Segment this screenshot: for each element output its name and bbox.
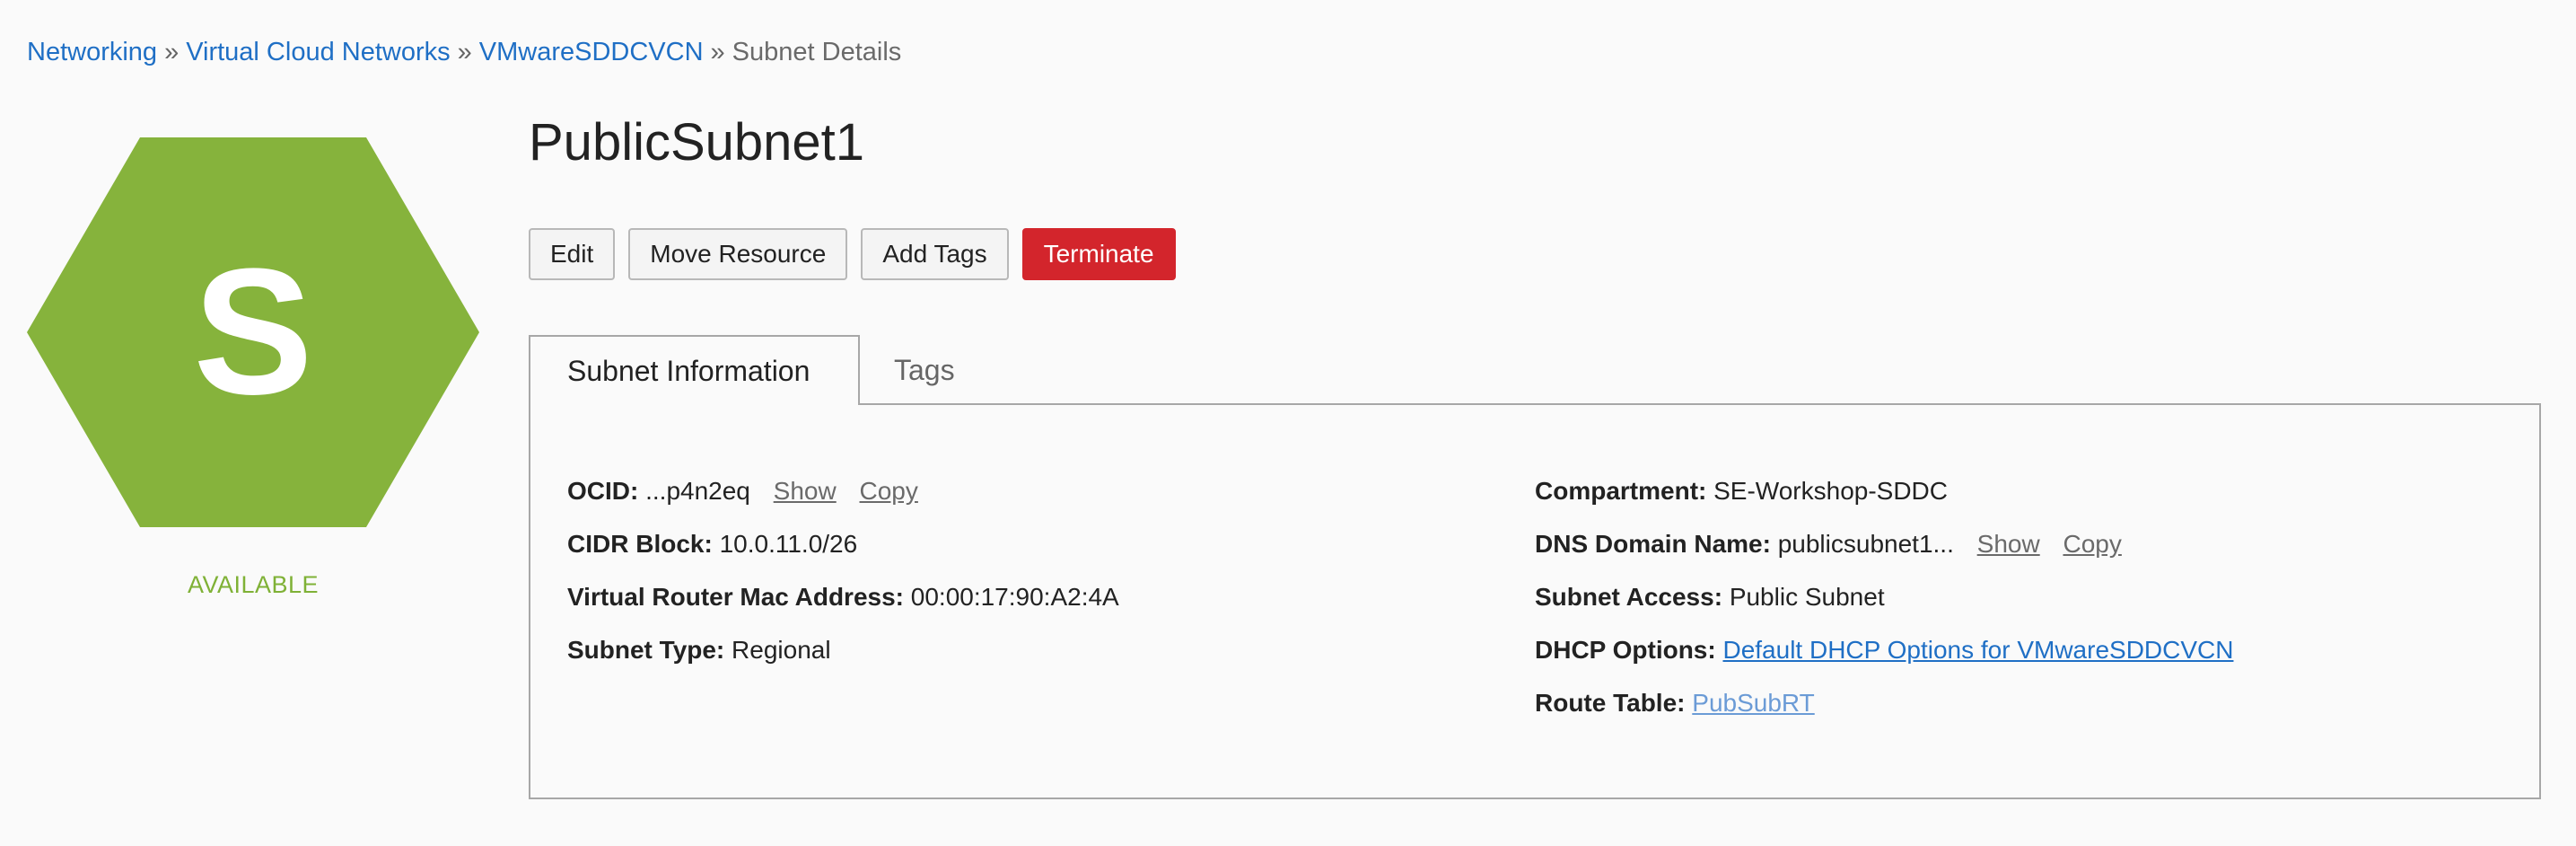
subnet-access-row: Subnet Access: Public Subnet bbox=[1535, 579, 2233, 632]
ocid-value: ...p4n2eq bbox=[645, 477, 750, 505]
dns-copy-link[interactable]: Copy bbox=[2063, 530, 2121, 558]
route-table-link[interactable]: PubSubRT bbox=[1692, 689, 1814, 717]
breadcrumb-separator: » bbox=[710, 38, 725, 66]
subnet-type-label: Subnet Type: bbox=[567, 636, 725, 664]
breadcrumb: Networking» Virtual Cloud Networks» VMware… bbox=[27, 36, 901, 68]
dhcp-options-link[interactable]: Default DHCP Options for VMwareSDDCVCN bbox=[1722, 636, 2233, 664]
compartment-label: Compartment: bbox=[1535, 477, 1707, 505]
subnet-access-value: Public Subnet bbox=[1729, 583, 1885, 611]
breadcrumb-vcn-link[interactable]: VMwareSDDCVCN bbox=[479, 38, 704, 66]
mac-address-row: Virtual Router Mac Address: 00:00:17:90:… bbox=[567, 579, 1119, 632]
breadcrumb-separator: » bbox=[457, 38, 472, 66]
resource-icon-letter: S bbox=[193, 232, 313, 432]
terminate-button[interactable]: Terminate bbox=[1021, 228, 1176, 280]
dns-domain-label: DNS Domain Name: bbox=[1535, 530, 1771, 558]
details-right-column: Compartment: SE-Workshop-SDDC DNS Domain… bbox=[1535, 473, 2233, 738]
ocid-row: OCID: ...p4n2eq Show Copy bbox=[567, 473, 1119, 526]
tab-subnet-information[interactable]: Subnet Information bbox=[529, 335, 860, 405]
details-left-column: OCID: ...p4n2eq Show Copy CIDR Block: 10… bbox=[567, 473, 1119, 685]
ocid-copy-link[interactable]: Copy bbox=[860, 477, 918, 505]
dhcp-options-row: DHCP Options: Default DHCP Options for V… bbox=[1535, 632, 2233, 685]
subnet-access-label: Subnet Access: bbox=[1535, 583, 1723, 611]
subnet-type-value: Regional bbox=[732, 636, 831, 664]
breadcrumb-current: Subnet Details bbox=[732, 38, 902, 66]
edit-button[interactable]: Edit bbox=[529, 228, 616, 280]
dns-domain-value: publicsubnet1... bbox=[1777, 530, 1954, 558]
move-resource-button[interactable]: Move Resource bbox=[628, 228, 848, 280]
mac-address-value: 00:00:17:90:A2:4A bbox=[910, 583, 1119, 611]
route-table-label: Route Table: bbox=[1535, 689, 1686, 717]
ocid-label: OCID: bbox=[567, 477, 639, 505]
action-bar: Edit Move Resource Add Tags Terminate bbox=[529, 228, 1176, 280]
breadcrumb-vcn-list-link[interactable]: Virtual Cloud Networks bbox=[186, 38, 450, 66]
add-tags-button[interactable]: Add Tags bbox=[861, 228, 1009, 280]
cidr-label: CIDR Block: bbox=[567, 530, 713, 558]
status-badge: AVAILABLE bbox=[187, 571, 320, 598]
route-table-row: Route Table: PubSubRT bbox=[1535, 685, 2233, 738]
resource-icon: S bbox=[27, 137, 479, 527]
ocid-show-link[interactable]: Show bbox=[774, 477, 837, 505]
cidr-row: CIDR Block: 10.0.11.0/26 bbox=[567, 526, 1119, 579]
subnet-type-row: Subnet Type: Regional bbox=[567, 632, 1119, 685]
tab-tags[interactable]: Tags bbox=[894, 335, 955, 405]
cidr-value: 10.0.11.0/26 bbox=[719, 530, 858, 558]
dns-domain-row: DNS Domain Name: publicsubnet1... Show C… bbox=[1535, 526, 2233, 579]
dhcp-options-label: DHCP Options: bbox=[1535, 636, 1716, 664]
page-title: PublicSubnet1 bbox=[529, 113, 865, 172]
dns-show-link[interactable]: Show bbox=[1977, 530, 2040, 558]
breadcrumb-networking-link[interactable]: Networking bbox=[27, 38, 157, 66]
subnet-information-panel: OCID: ...p4n2eq Show Copy CIDR Block: 10… bbox=[529, 403, 2541, 799]
compartment-value: SE-Workshop-SDDC bbox=[1713, 477, 1948, 505]
compartment-row: Compartment: SE-Workshop-SDDC bbox=[1535, 473, 2233, 526]
breadcrumb-separator: » bbox=[164, 38, 180, 66]
mac-address-label: Virtual Router Mac Address: bbox=[567, 583, 904, 611]
